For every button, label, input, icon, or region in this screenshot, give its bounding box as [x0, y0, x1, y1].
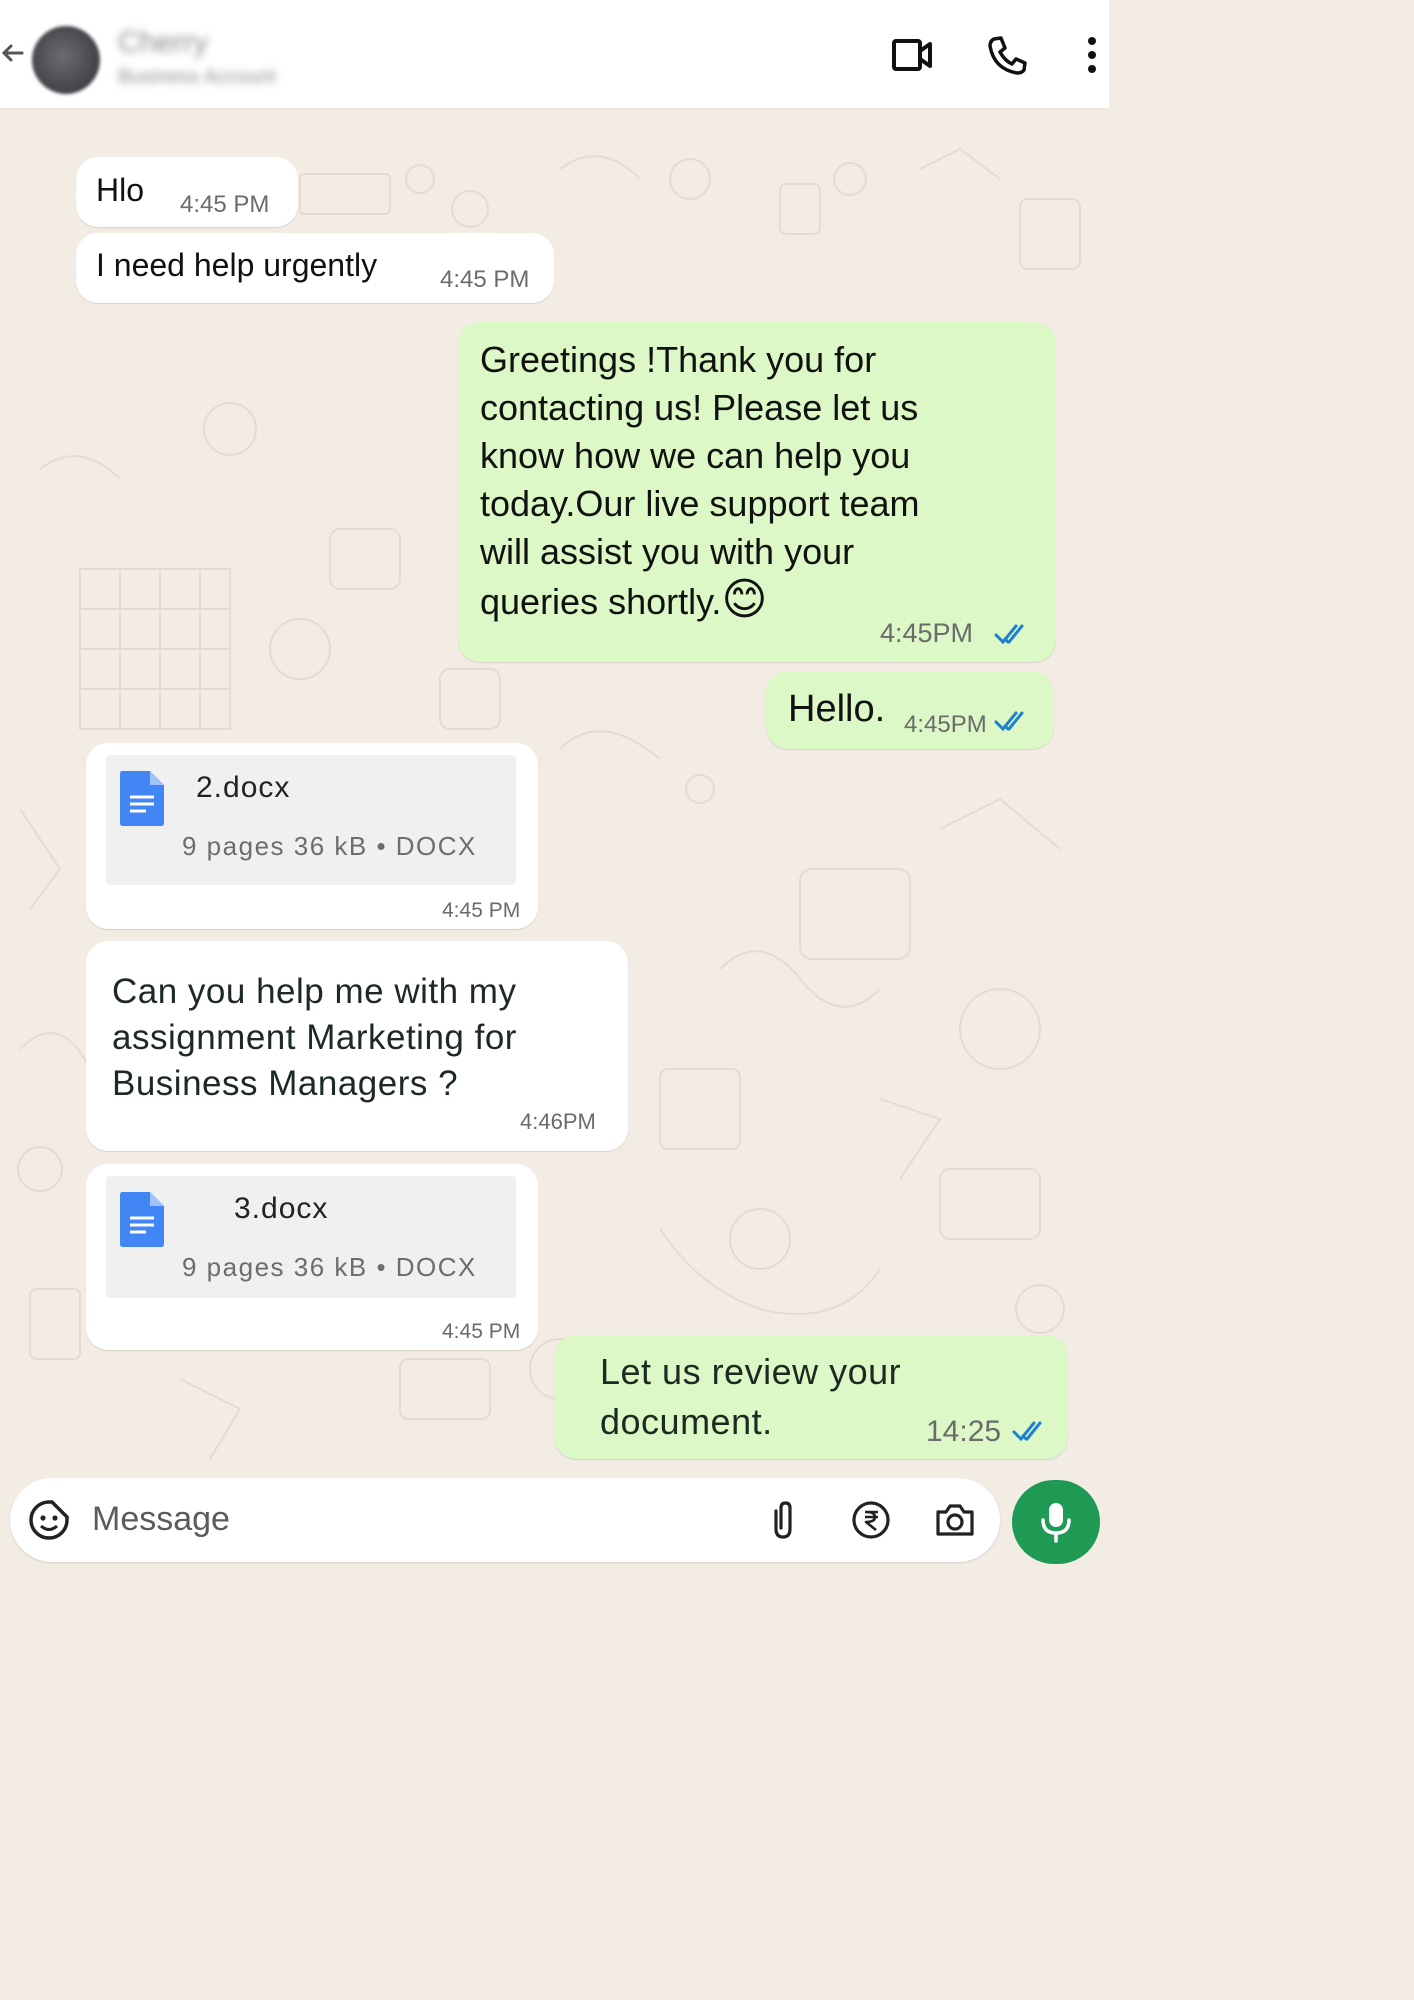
smiling-face-emoji: 😊 [721, 575, 768, 624]
contact-name[interactable]: Cherry [118, 26, 208, 60]
voice-message-button[interactable] [1012, 1480, 1100, 1564]
message-text: Greetings !Thank you for contacting us! … [480, 336, 920, 626]
message-line: Business Managers ? [112, 1064, 459, 1103]
message-time: 4:45 PM [442, 899, 521, 922]
message-line: Let us review your [600, 1351, 902, 1392]
message-composer: Message [10, 1478, 1000, 1562]
message-time: 4:45PM [880, 618, 974, 648]
video-call-icon[interactable] [890, 33, 934, 77]
contact-avatar[interactable] [32, 26, 100, 94]
message-line: document. [600, 1401, 773, 1442]
voice-call-icon[interactable] [986, 33, 1030, 77]
back-arrow-icon[interactable] [0, 38, 30, 68]
message-text: Hello. [788, 688, 886, 730]
message-line: Can you help me with my [112, 972, 517, 1011]
message-text: Let us review your document. [600, 1347, 901, 1447]
incoming-document-bubble[interactable]: 3.docx 9 pages 36 kB • DOCX 4:45 PM [86, 1164, 538, 1350]
attach-icon[interactable] [762, 1499, 804, 1541]
more-options-icon[interactable] [1070, 33, 1114, 77]
message-line: will assist you with your [480, 531, 855, 572]
emoji-sticker-icon[interactable] [28, 1499, 70, 1541]
camera-icon[interactable] [934, 1499, 976, 1541]
chat-area[interactable]: Hlo 4:45 PM I need help urgently 4:45 PM… [0, 109, 1109, 1479]
message-line: Greetings !Thank you for [480, 339, 877, 380]
read-receipt-icon [994, 624, 1024, 645]
incoming-message-bubble[interactable]: Hlo 4:45 PM [76, 157, 298, 227]
document-name: 2.docx [196, 771, 291, 804]
incoming-message-bubble[interactable]: Can you help me with my assignment Marke… [86, 941, 628, 1151]
outgoing-message-bubble[interactable]: Greetings !Thank you for contacting us! … [458, 322, 1056, 662]
message-time: 14:25 [926, 1415, 1002, 1448]
document-file-icon [120, 771, 164, 826]
message-text: Hlo [96, 172, 145, 208]
message-time: 4:45 PM [180, 191, 270, 218]
message-time: 4:45 PM [442, 1320, 521, 1343]
document-card[interactable]: 2.docx 9 pages 36 kB • DOCX [106, 755, 516, 885]
message-line: queries shortly.😊 [480, 575, 768, 624]
message-input[interactable]: Message [92, 1500, 230, 1539]
document-name: 3.docx [234, 1192, 329, 1225]
incoming-message-bubble[interactable]: I need help urgently 4:45 PM [76, 233, 554, 303]
document-file-icon [120, 1192, 164, 1247]
contact-status: Business Account [118, 66, 276, 88]
message-line: today.Our live support team [480, 483, 920, 524]
outgoing-message-bubble[interactable]: Let us review your document. 14:25 [554, 1335, 1068, 1459]
incoming-document-bubble[interactable]: 2.docx 9 pages 36 kB • DOCX 4:45 PM [86, 743, 538, 929]
microphone-icon [1041, 1503, 1071, 1543]
message-line: assignment Marketing for [112, 1018, 517, 1057]
read-receipt-icon [994, 711, 1024, 732]
outgoing-message-bubble[interactable]: Hello. 4:45PM [766, 671, 1054, 749]
message-text: Can you help me with my assignment Marke… [112, 969, 517, 1107]
document-meta: 9 pages 36 kB • DOCX [182, 1252, 477, 1282]
message-time: 4:45 PM [440, 266, 530, 293]
payment-rupee-icon[interactable] [850, 1499, 892, 1541]
message-text: I need help urgently [96, 247, 378, 283]
message-time: 4:45PM [904, 711, 987, 738]
message-line: contacting us! Please let us [480, 387, 919, 428]
document-card[interactable]: 3.docx 9 pages 36 kB • DOCX [106, 1176, 516, 1298]
document-meta: 9 pages 36 kB • DOCX [182, 831, 477, 861]
read-receipt-icon [1012, 1421, 1042, 1442]
message-time: 4:46PM [520, 1109, 596, 1134]
chat-header: Cherry Business Account [0, 0, 1109, 109]
message-line: know how we can help you [480, 435, 911, 476]
